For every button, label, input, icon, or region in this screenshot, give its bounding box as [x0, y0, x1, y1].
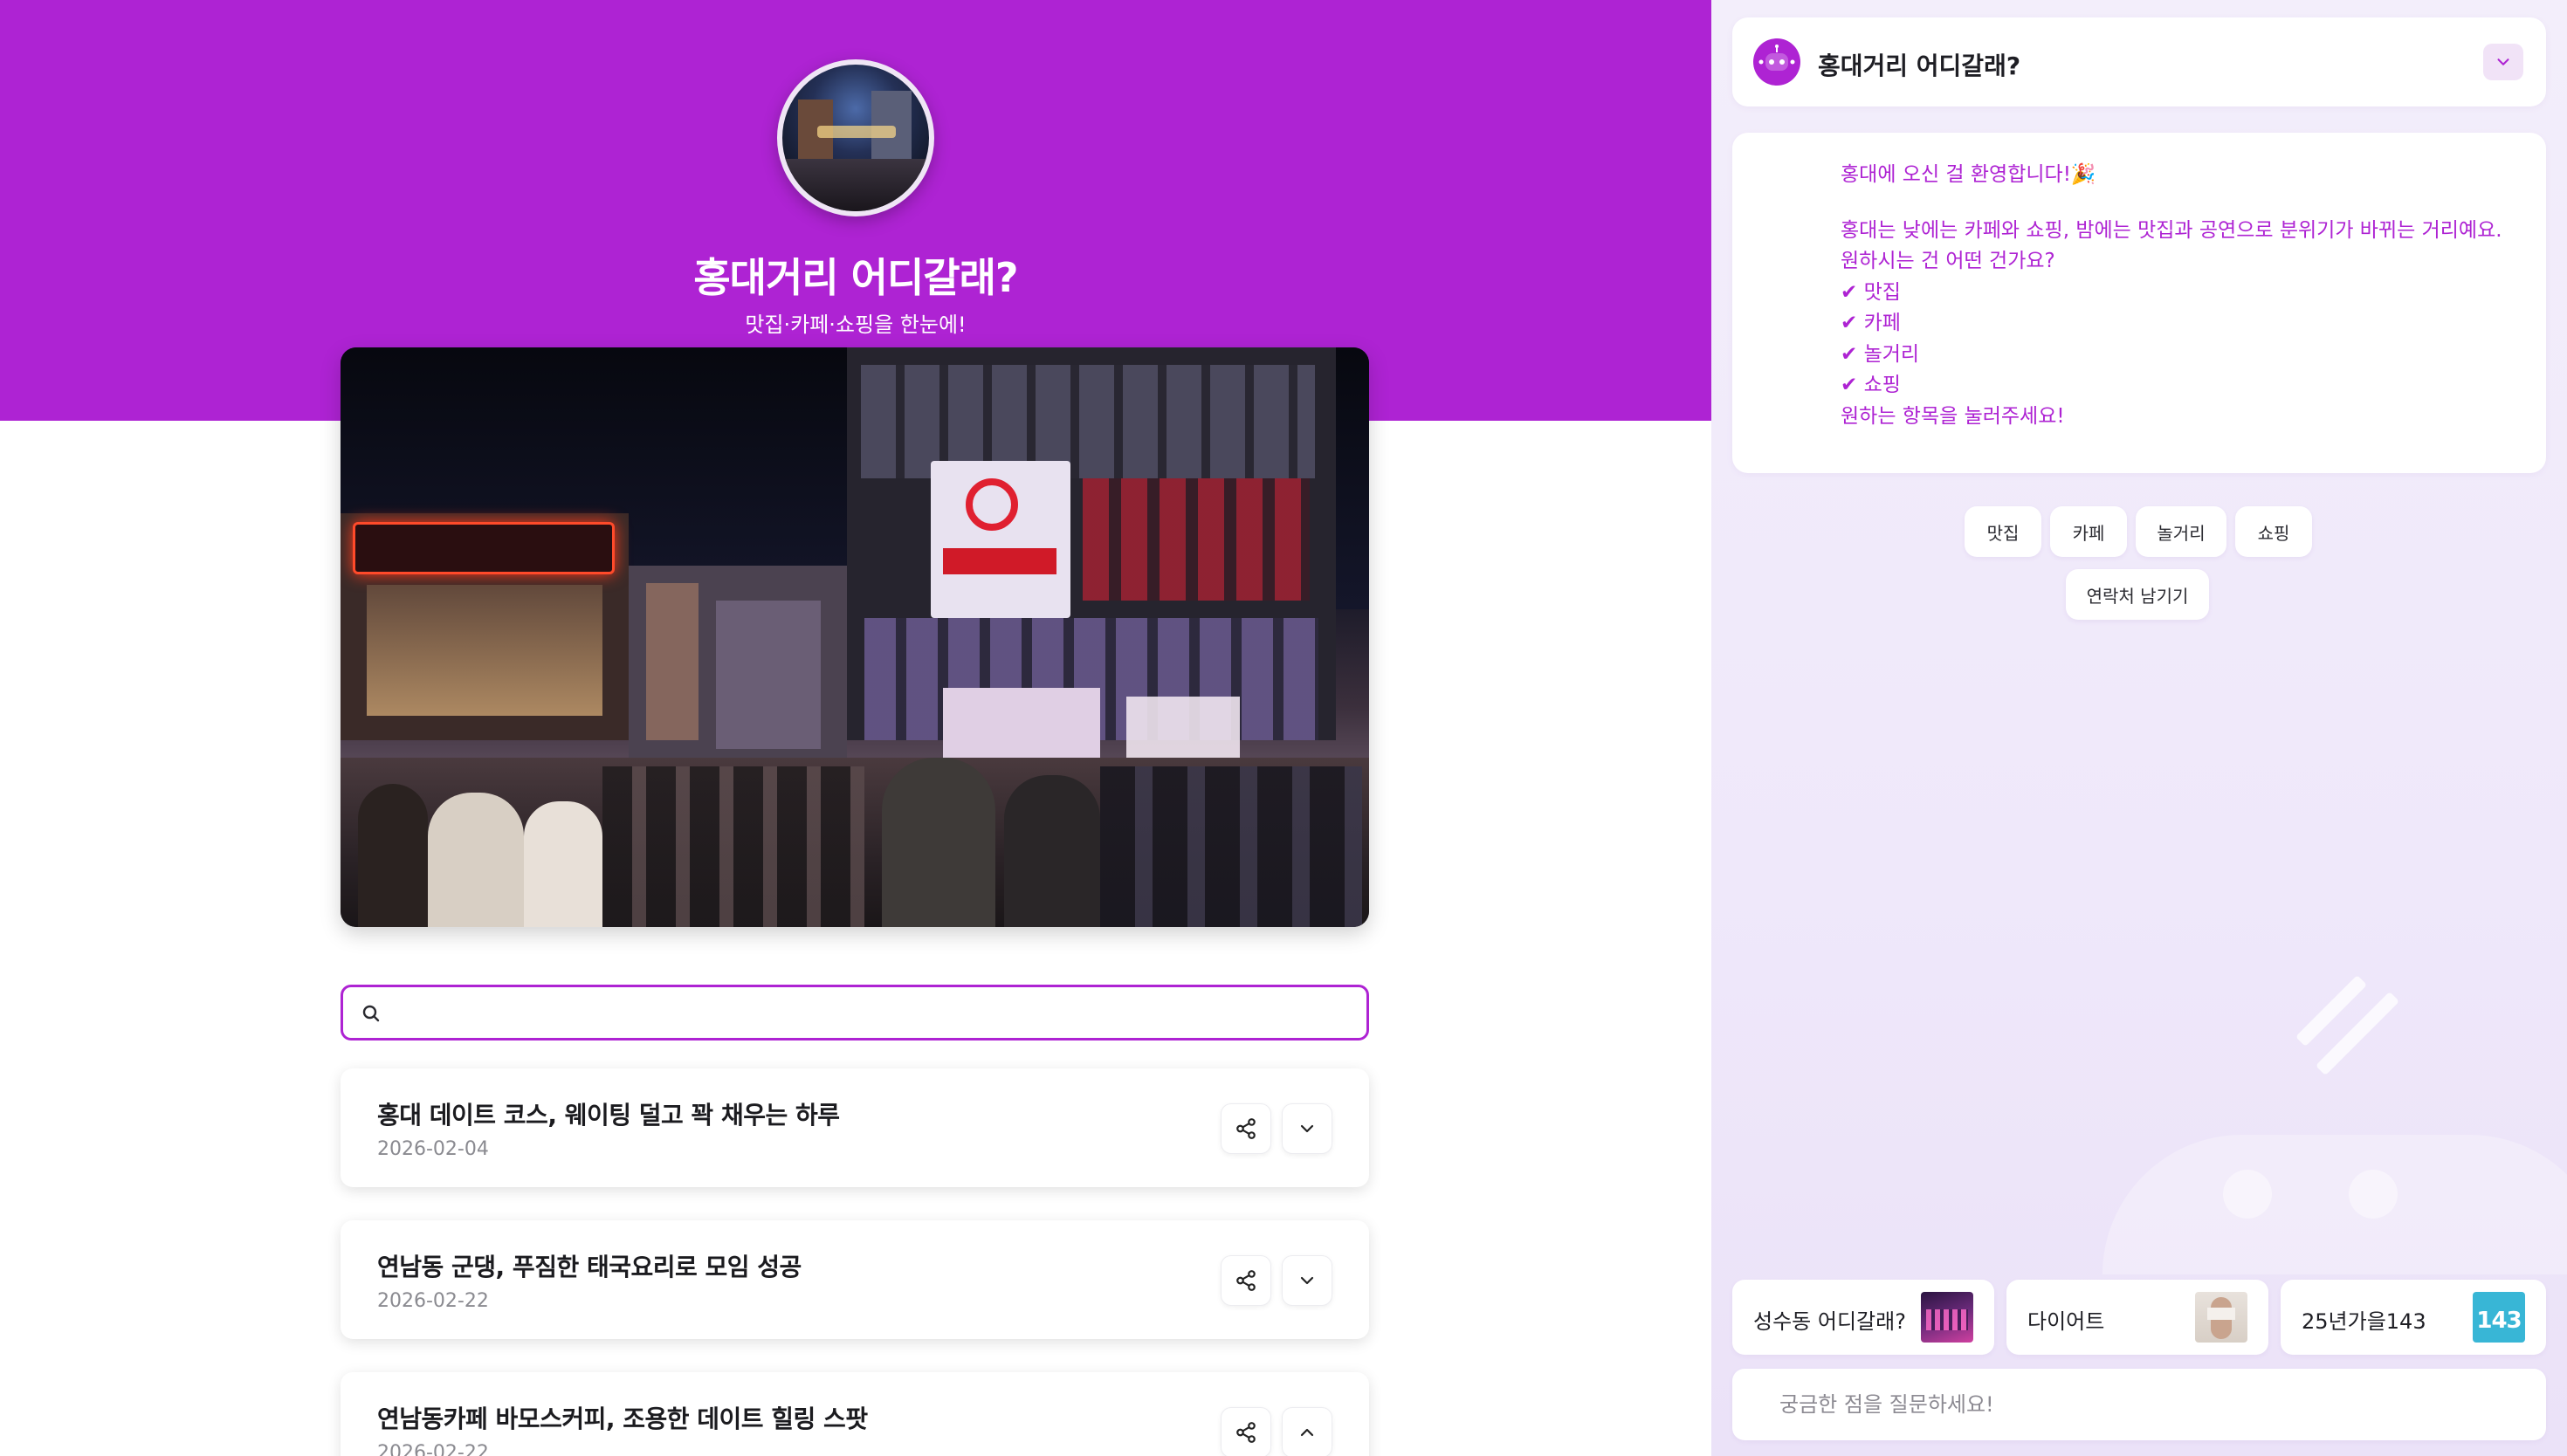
page-title: 홍대거리 어디갈래? — [693, 254, 1018, 301]
share-icon — [1236, 1422, 1256, 1443]
decorative-bot-shape — [2102, 1135, 2567, 1274]
chat-panel: 홍대거리 어디갈래? 홍대에 오신 걸 환영합니다!🎉 홍대는 낮에는 카페와 … — [1711, 0, 2567, 1456]
message-line: 홍대는 낮에는 카페와 쇼핑, 밤에는 맛집과 공연으로 분위기가 바뀌는 거리… — [1841, 219, 2502, 242]
message-line: ✔ 카페 — [1841, 312, 1901, 334]
message-line: ✔ 쇼핑 — [1841, 374, 1901, 396]
post-card[interactable]: 연남동 군댕, 푸짐한 태국요리로 모임 성공 2026-02-22 — [341, 1220, 1369, 1339]
chat-title: 홍대거리 어디갈래? — [1818, 52, 2021, 80]
decorative-bot-eye — [2349, 1170, 2398, 1219]
share-button[interactable] — [1221, 1103, 1271, 1154]
post-date: 2026-02-22 — [377, 1442, 489, 1456]
chevron-down-icon — [1300, 1124, 1314, 1133]
chevron-up-icon — [1300, 1428, 1314, 1437]
share-icon — [1236, 1270, 1256, 1291]
share-button[interactable] — [1221, 1407, 1271, 1456]
post-title[interactable]: 연남동 군댕, 푸짐한 태국요리로 모임 성공 — [377, 1248, 802, 1283]
expand-button[interactable] — [1282, 1255, 1332, 1306]
post-title[interactable]: 연남동카페 바모스커피, 조용한 데이트 힐링 스팟 — [377, 1400, 868, 1435]
minimize-chat-button[interactable] — [2483, 44, 2523, 80]
message-line: ✔ 맛집 — [1841, 281, 1901, 304]
related-card-thumbnail — [2195, 1292, 2247, 1343]
related-card-thumbnail — [1921, 1292, 1973, 1343]
message-line: ✔ 놀거리 — [1841, 343, 1920, 366]
chat-header: 홍대거리 어디갈래? — [1732, 17, 2546, 106]
post-date: 2026-02-04 — [377, 1138, 489, 1160]
related-card-label: 다이어트 — [2027, 1309, 2105, 1334]
search-icon — [362, 1005, 380, 1022]
related-card-label: 성수동 어디갈래? — [1753, 1309, 1906, 1334]
related-card[interactable]: 성수동 어디갈래? — [1732, 1280, 1994, 1355]
chevron-down-icon — [1300, 1276, 1314, 1285]
expand-button[interactable] — [1282, 1103, 1332, 1154]
related-card-label: 25년가을143 — [2302, 1309, 2426, 1334]
post-date: 2026-02-22 — [377, 1290, 489, 1312]
search-input[interactable] — [396, 994, 1347, 1033]
post-card[interactable]: 연남동카페 바모스커피, 조용한 데이트 힐링 스팟 2026-02-22 — [341, 1372, 1369, 1456]
quick-reply-shopping[interactable]: 쇼핑 — [2235, 506, 2312, 557]
bot-avatar-icon — [1753, 38, 1800, 86]
related-card-thumbnail: 143 — [2473, 1292, 2525, 1343]
share-button[interactable] — [1221, 1255, 1271, 1306]
share-icon — [1236, 1118, 1256, 1139]
quick-reply-activities[interactable]: 놀거리 — [2136, 506, 2226, 557]
message-line: 원하는 항목을 눌러주세요! — [1841, 405, 2065, 428]
search-box[interactable] — [341, 985, 1369, 1040]
post-card[interactable]: 홍대 데이트 코스, 웨이팅 덜고 꽉 채우는 하루 2026-02-04 — [341, 1068, 1369, 1187]
main-page: 홍대거리 어디갈래? 맛집·카페·쇼핑을 한눈에! 홍대 데이트 코스, 웨이팅… — [0, 0, 1711, 1456]
banner-image — [341, 347, 1369, 927]
chevron-down-icon — [2497, 58, 2509, 65]
quick-reply-contact[interactable]: 연락처 남기기 — [2066, 569, 2209, 620]
collapse-button[interactable] — [1282, 1407, 1332, 1456]
profile-photo — [777, 59, 934, 216]
message-line: 홍대에 오신 걸 환영합니다!🎉 — [1841, 163, 2096, 186]
related-card[interactable]: 다이어트 — [2006, 1280, 2268, 1355]
bot-message: 홍대에 오신 걸 환영합니다!🎉 홍대는 낮에는 카페와 쇼핑, 밤에는 맛집과… — [1732, 133, 2546, 473]
thumbnail-text: 143 — [2476, 1308, 2522, 1334]
quick-reply-food[interactable]: 맛집 — [1965, 506, 2041, 557]
related-card[interactable]: 25년가을143 143 — [2281, 1280, 2546, 1355]
chat-input-box[interactable] — [1732, 1369, 2546, 1440]
chat-input[interactable] — [1779, 1384, 2513, 1425]
page-subtitle: 맛집·카페·쇼핑을 한눈에! — [745, 312, 967, 337]
decorative-bot-eye — [2223, 1170, 2272, 1219]
quick-reply-cafe[interactable]: 카페 — [2050, 506, 2127, 557]
message-line: 원하시는 건 어떤 건가요? — [1841, 250, 2055, 272]
post-title[interactable]: 홍대 데이트 코스, 웨이팅 덜고 꽉 채우는 하루 — [377, 1096, 840, 1131]
